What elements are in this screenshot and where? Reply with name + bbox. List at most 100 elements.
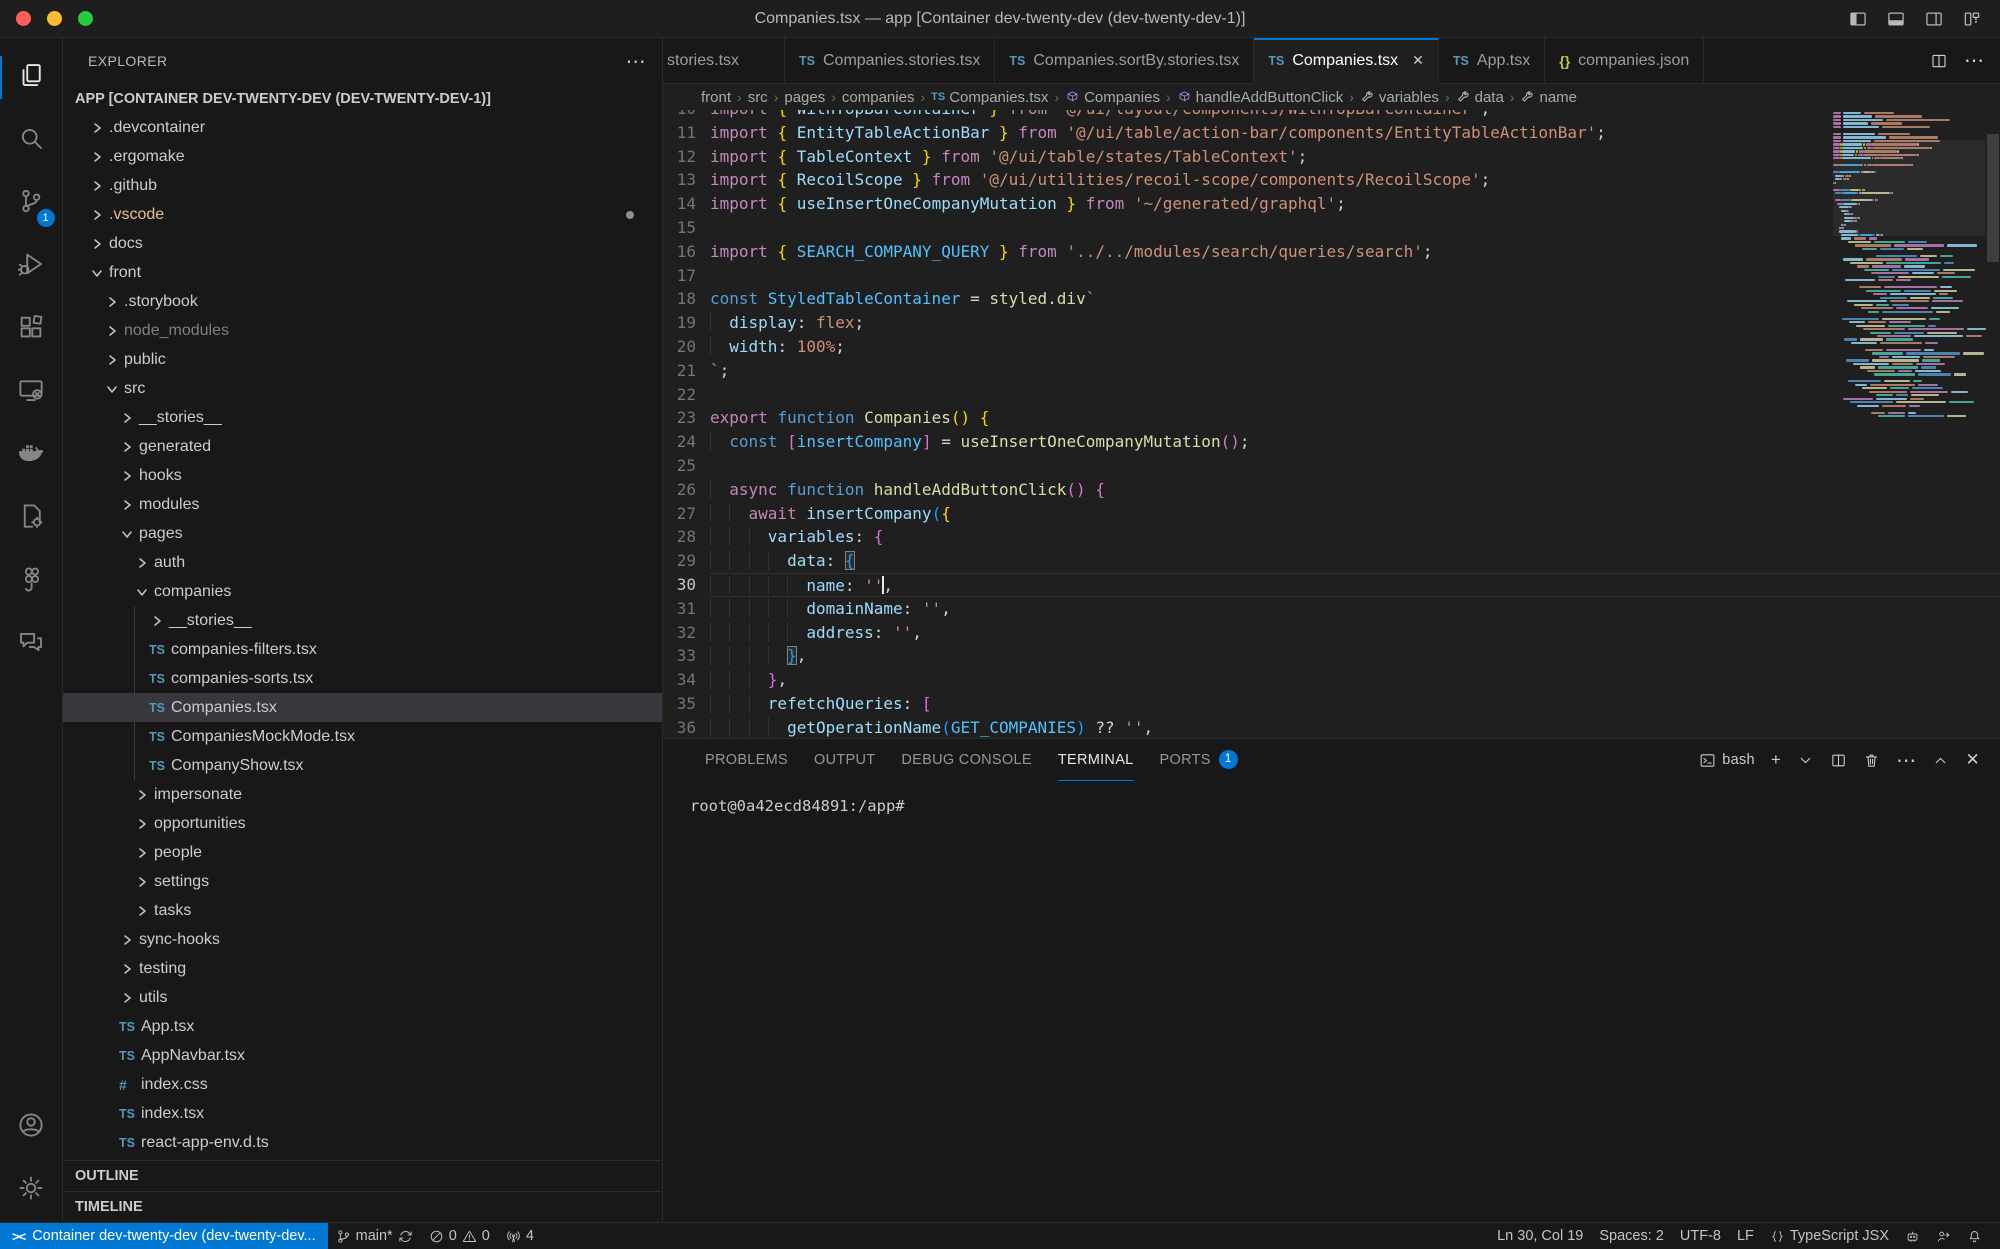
code-line-13[interactable]: 13import { RecoilScope } from '@/ui/util… <box>663 168 2000 192</box>
tab-app-tsx[interactable]: TSApp.tsx <box>1439 38 1545 83</box>
encoding-status[interactable]: UTF-8 <box>1672 1223 1729 1249</box>
remote-indicator[interactable]: >< Container dev-twenty-dev (dev-twenty-… <box>0 1223 328 1249</box>
code-line-12[interactable]: 12import { TableContext } from '@/ui/tab… <box>663 145 2000 169</box>
zoom-window-button[interactable] <box>78 11 93 26</box>
tab-companies-json[interactable]: {}companies.json <box>1545 38 1704 83</box>
code-line-25[interactable]: 25 <box>663 454 2000 478</box>
tree-folder-settings[interactable]: settings <box>63 867 662 896</box>
code-line-29[interactable]: 29 data: { <box>663 549 2000 573</box>
tree-folder-generated[interactable]: generated <box>63 432 662 461</box>
code-line-28[interactable]: 28 variables: { <box>663 525 2000 549</box>
tree-file-companyshow-tsx[interactable]: TSCompanyShow.tsx <box>63 751 662 780</box>
tree-folder-pages[interactable]: pages <box>63 519 662 548</box>
code-line-20[interactable]: 20 width: 100%; <box>663 335 2000 359</box>
activitybar-extensions[interactable] <box>0 298 63 361</box>
tree-file-index-css[interactable]: #index.css <box>63 1070 662 1099</box>
panel-tab-output[interactable]: OUTPUT <box>814 739 875 781</box>
ports-status[interactable]: 4 <box>498 1223 542 1249</box>
code-line-26[interactable]: 26 async function handleAddButtonClick()… <box>663 478 2000 502</box>
tree-folder--storybook[interactable]: .storybook <box>63 287 662 316</box>
layout-panel-icon[interactable] <box>1886 9 1906 29</box>
panel-tab-ports[interactable]: PORTS1 <box>1160 739 1238 781</box>
code-line-17[interactable]: 17 <box>663 264 2000 288</box>
timeline-section-header[interactable]: TIMELINE <box>63 1191 662 1222</box>
indentation-status[interactable]: Spaces: 2 <box>1591 1223 1672 1249</box>
tree-folder--devcontainer[interactable]: .devcontainer <box>63 113 662 142</box>
new-terminal-button[interactable]: + <box>1771 750 1781 770</box>
activitybar-comments[interactable] <box>0 613 63 676</box>
tree-folder-public[interactable]: public <box>63 345 662 374</box>
breadcrumb-item-src[interactable]: src <box>748 89 768 106</box>
code-line-24[interactable]: 24 const [insertCompany] = useInsertOneC… <box>663 430 2000 454</box>
code-line-16[interactable]: 16import { SEARCH_COMPANY_QUERY } from '… <box>663 240 2000 264</box>
language-mode-status[interactable]: TypeScript JSX <box>1762 1223 1897 1249</box>
tree-folder--ergomake[interactable]: .ergomake <box>63 142 662 171</box>
panel-more-actions-icon[interactable]: ⋯ <box>1896 748 1916 773</box>
breadcrumb-item-handleaddbuttonclick[interactable]: handleAddButtonClick <box>1177 89 1344 106</box>
split-editor-icon[interactable] <box>1930 52 1948 70</box>
layout-sidebar-left-icon[interactable] <box>1848 9 1868 29</box>
code-line-22[interactable]: 22 <box>663 383 2000 407</box>
code-line-21[interactable]: 21`; <box>663 359 2000 383</box>
breadcrumb-item-front[interactable]: front <box>701 89 731 106</box>
tree-folder-modules[interactable]: modules <box>63 490 662 519</box>
activitybar-remote-explorer[interactable] <box>0 361 63 424</box>
activitybar-explorer[interactable] <box>0 46 63 109</box>
shell-selector[interactable]: bash <box>1699 752 1755 769</box>
tree-folder-hooks[interactable]: hooks <box>63 461 662 490</box>
explorer-more-actions-button[interactable]: ⋯ <box>626 49 646 74</box>
tree-folder--vscode[interactable]: .vscode <box>63 200 662 229</box>
code-editor[interactable]: 10import { WithTopBarContainer } from '@… <box>663 110 2000 738</box>
outline-section-header[interactable]: OUTLINE <box>63 1160 662 1191</box>
activitybar-account[interactable] <box>0 1096 63 1159</box>
tab-stories-tsx[interactable]: stories.tsx <box>663 38 785 83</box>
breadcrumb-item-data[interactable]: data <box>1456 89 1504 106</box>
tree-file-appnavbar-tsx[interactable]: TSAppNavbar.tsx <box>63 1041 662 1070</box>
code-line-32[interactable]: 32 address: '', <box>663 621 2000 645</box>
tree-file-react-app-env-d-ts[interactable]: TSreact-app-env.d.ts <box>63 1128 662 1157</box>
close-window-button[interactable] <box>16 11 31 26</box>
tree-folder-sync-hooks[interactable]: sync-hooks <box>63 925 662 954</box>
code-line-35[interactable]: 35 refetchQueries: [ <box>663 692 2000 716</box>
breadcrumb-item-companies[interactable]: Companies <box>1065 89 1160 106</box>
tree-folder-docs[interactable]: docs <box>63 229 662 258</box>
eol-status[interactable]: LF <box>1729 1223 1762 1249</box>
minimap[interactable] <box>1833 112 1985 738</box>
tree-folder-node-modules[interactable]: node_modules <box>63 316 662 345</box>
terminal-dropdown-icon[interactable] <box>1797 752 1814 769</box>
tree-file-companiesmockmode-tsx[interactable]: TSCompaniesMockMode.tsx <box>63 722 662 751</box>
minimize-window-button[interactable] <box>47 11 62 26</box>
tree-folder-impersonate[interactable]: impersonate <box>63 780 662 809</box>
git-branch-status[interactable]: main* <box>328 1223 421 1249</box>
tree-folder--github[interactable]: .github <box>63 171 662 200</box>
tree-folder-utils[interactable]: utils <box>63 983 662 1012</box>
code-line-19[interactable]: 19 display: flex; <box>663 311 2000 335</box>
breadcrumb-item-pages[interactable]: pages <box>784 89 825 106</box>
close-panel-icon[interactable]: ✕ <box>1965 750 1980 770</box>
panel-tab-problems[interactable]: PROBLEMS <box>705 739 788 781</box>
code-line-18[interactable]: 18const StyledTableContainer = styled.di… <box>663 287 2000 311</box>
tree-folder-src[interactable]: src <box>63 374 662 403</box>
tree-folder-tasks[interactable]: tasks <box>63 896 662 925</box>
tree-file-app-tsx[interactable]: TSApp.tsx <box>63 1012 662 1041</box>
tree-file-companies-filters-tsx[interactable]: TScompanies-filters.tsx <box>63 635 662 664</box>
tree-folder-auth[interactable]: auth <box>63 548 662 577</box>
code-line-31[interactable]: 31 domainName: '', <box>663 597 2000 621</box>
terminal[interactable]: root@0a42ecd84891:/app# <box>663 781 2000 1222</box>
editor-scrollbar[interactable] <box>1986 110 2000 738</box>
code-line-27[interactable]: 27 await insertCompany({ <box>663 502 2000 526</box>
breadcrumb-item-variables[interactable]: variables <box>1360 89 1439 106</box>
activitybar-run-debug[interactable] <box>0 235 63 298</box>
panel-tab-terminal[interactable]: TERMINAL <box>1058 739 1134 781</box>
notifications-button[interactable] <box>1959 1223 1990 1249</box>
breadcrumb-item-companies[interactable]: companies <box>842 89 915 106</box>
tab-companies-sortby-stories-tsx[interactable]: TSCompanies.sortBy.stories.tsx <box>995 38 1254 83</box>
activitybar-docker[interactable] <box>0 424 63 487</box>
tab-companies-stories-tsx[interactable]: TSCompanies.stories.tsx <box>785 38 995 83</box>
layout-customize-icon[interactable] <box>1962 9 1982 29</box>
activitybar-search[interactable] <box>0 109 63 172</box>
cursor-position-status[interactable]: Ln 30, Col 19 <box>1489 1223 1591 1249</box>
code-line-10[interactable]: 10import { WithTopBarContainer } from '@… <box>663 110 2000 121</box>
close-tab-icon[interactable]: ✕ <box>1412 52 1424 69</box>
tree-folder-companies[interactable]: companies <box>63 577 662 606</box>
